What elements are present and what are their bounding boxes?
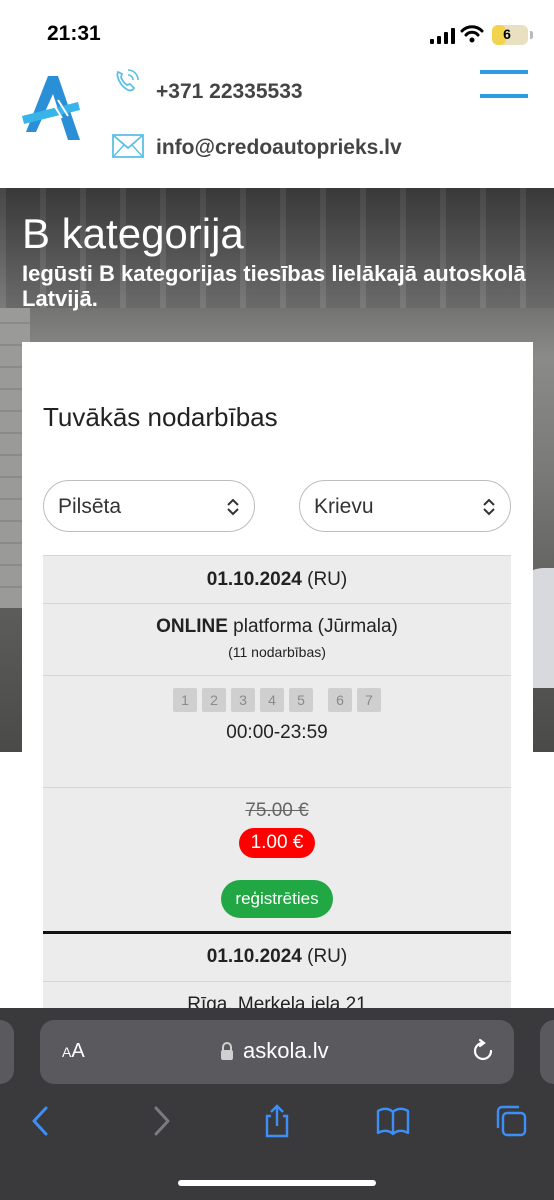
url-text: askola.lv xyxy=(243,1038,329,1063)
bookmarks-icon[interactable] xyxy=(376,1104,410,1138)
session-place-row: ONLINE platforma (Jūrmala) (11 nodarbība… xyxy=(43,603,511,675)
share-icon[interactable] xyxy=(260,1104,294,1138)
phone-link[interactable]: +371 22335533 xyxy=(156,80,303,104)
forward-icon[interactable] xyxy=(144,1104,178,1138)
language-select-value: Krievu xyxy=(314,495,374,518)
session-item: 01.10.2024 (RU) ONLINE platforma (Jūrmal… xyxy=(43,555,511,932)
session-schedule-row: 1 2 3 4 5 6 7 00:00-23:59 xyxy=(43,675,511,787)
weekday-2: 2 xyxy=(202,688,226,712)
chevron-updown-icon xyxy=(483,498,495,516)
lock-icon xyxy=(221,1042,233,1060)
upcoming-classes-card: Tuvākās nodarbības Pilsēta Krievu 01.10.… xyxy=(22,342,533,1015)
session-count: (11 nodarbības) xyxy=(228,644,326,660)
back-icon[interactable] xyxy=(24,1104,58,1138)
mail-icon xyxy=(112,134,144,158)
register-button[interactable]: reģistrēties xyxy=(221,880,333,918)
language-select[interactable]: Krievu xyxy=(299,480,511,532)
weekday-1: 1 xyxy=(173,688,197,712)
weekday-6: 6 xyxy=(328,688,352,712)
session-date-row: 01.10.2024 (RU) xyxy=(43,934,511,981)
session-lang: (RU) xyxy=(307,946,348,967)
session-place-type: ONLINE xyxy=(156,616,228,637)
home-indicator xyxy=(178,1180,376,1186)
session-price-row: 75.00 € 1.00 € reģistrēties xyxy=(43,787,511,932)
browser-toolbar: AA askola.lv xyxy=(0,1008,554,1200)
price-badge: 1.00 € xyxy=(238,828,316,858)
page-subtitle: Iegūsti B kategorijas tiesības lielākajā… xyxy=(22,261,526,311)
old-price: 75.00 € xyxy=(245,800,309,821)
school-logo[interactable] xyxy=(18,72,84,144)
chevron-updown-icon xyxy=(227,498,239,516)
session-date: 01.10.2024 xyxy=(206,569,302,590)
city-select[interactable]: Pilsēta xyxy=(43,480,255,532)
phone-icon xyxy=(116,69,139,92)
status-bar: 21:31 6 xyxy=(0,0,554,62)
wifi-icon xyxy=(460,25,484,43)
session-lang: (RU) xyxy=(307,569,348,590)
page-title: B kategorija xyxy=(22,210,244,257)
session-time: 00:00-23:59 xyxy=(226,722,328,743)
session-item: 01.10.2024 (RU) Rīga, Merkela iela 21 xyxy=(43,934,511,1015)
battery-level: 6 xyxy=(503,26,511,42)
site-header: +371 22335533 info@credoautoprieks.lv xyxy=(0,62,554,188)
next-tab-preview[interactable] xyxy=(540,1020,554,1084)
status-time: 21:31 xyxy=(47,22,101,45)
session-date: 01.10.2024 xyxy=(206,946,302,967)
tabs-icon[interactable] xyxy=(494,1104,528,1138)
address-bar[interactable]: AA askola.lv xyxy=(40,1020,514,1084)
card-title: Tuvākās nodarbības xyxy=(43,402,278,432)
weekday-5: 5 xyxy=(289,688,313,712)
session-place: platforma (Jūrmala) xyxy=(227,616,398,637)
prev-tab-preview[interactable] xyxy=(0,1020,14,1084)
weekday-list: 1 2 3 4 5 6 7 xyxy=(43,688,511,712)
session-date-row: 01.10.2024 (RU) xyxy=(43,555,511,603)
menu-button[interactable] xyxy=(480,70,528,100)
city-select-value: Pilsēta xyxy=(58,495,122,518)
weekday-3: 3 xyxy=(231,688,255,712)
weekday-7: 7 xyxy=(357,688,381,712)
reload-icon[interactable] xyxy=(470,1038,496,1064)
reader-options-button[interactable]: AA xyxy=(62,1040,85,1063)
email-link[interactable]: info@credoautoprieks.lv xyxy=(156,136,402,160)
cellular-signal-icon xyxy=(430,28,455,44)
battery-icon: 6 xyxy=(492,25,528,45)
weekday-4: 4 xyxy=(260,688,284,712)
